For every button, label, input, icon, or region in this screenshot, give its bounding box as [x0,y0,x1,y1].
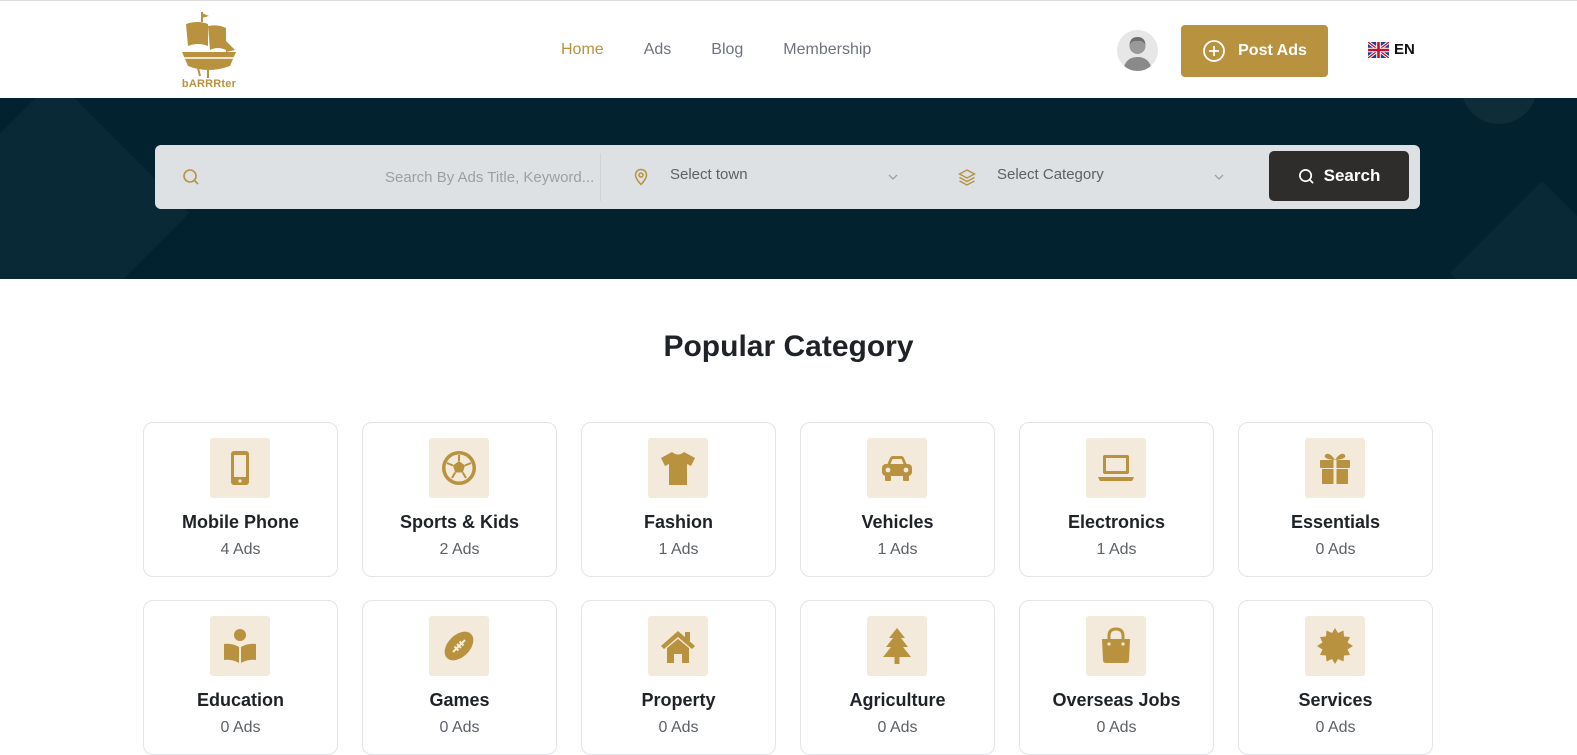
category-name: Education [196,690,284,710]
nav-home[interactable]: Home [561,41,604,59]
nav-ads[interactable]: Ads [644,41,672,59]
category-icon-box [210,438,270,498]
category-ad-count: 2 Ads [439,541,480,558]
category-icon-box [1305,616,1365,676]
category-card-games[interactable]: Games 0 Ads [362,600,557,755]
layers-icon [958,169,976,186]
nav-blog[interactable]: Blog [711,41,743,59]
language-code: EN [1394,41,1415,58]
football-icon [444,631,474,661]
search-button-label: Search [1323,166,1381,185]
category-name: Fashion [643,512,713,532]
category-ad-count: 0 Ads [1315,719,1356,736]
language-selector[interactable]: EN [1368,41,1415,58]
category-card-vehicles[interactable]: Vehicles 1 Ads [800,422,995,577]
gift-icon [1320,453,1350,484]
category-icon-box [648,616,708,676]
category-name: Electronics [1067,512,1166,532]
shopping-bag-icon [1102,627,1130,663]
hero-decoration [1450,181,1577,279]
category-ad-count: 0 Ads [658,719,699,736]
category-card-education[interactable]: Education 0 Ads [143,600,338,755]
category-card-mobile-phone[interactable]: Mobile Phone 4 Ads [143,422,338,577]
chevron-down-icon [888,174,898,180]
category-icon-box [1086,438,1146,498]
category-card-essentials[interactable]: Essentials 0 Ads [1238,422,1433,577]
search-icon [183,169,199,185]
category-icon-box [429,438,489,498]
uk-flag-icon [1368,41,1389,58]
category-grid: Mobile Phone 4 Ads Sports & Kids 2 Ads F… [143,422,1433,755]
category-name: Overseas Jobs [1052,690,1181,710]
nav-membership[interactable]: Membership [783,41,871,59]
main-nav: Home Ads Blog Membership [561,41,871,59]
category-icon-box [1305,438,1365,498]
hero-decoration [1461,98,1537,124]
category-icon-box [429,616,489,676]
soccer-ball-icon [442,451,476,485]
category-ad-count: 0 Ads [220,719,261,736]
search-hero: Select town Select Category Search [0,98,1577,279]
chevron-down-icon [1214,174,1224,180]
user-silhouette-icon [1123,37,1152,71]
category-card-services[interactable]: Services 0 Ads [1238,600,1433,755]
category-ad-count: 0 Ads [1315,541,1356,558]
category-card-fashion[interactable]: Fashion 1 Ads [581,422,776,577]
category-ad-count: 1 Ads [1096,541,1137,558]
category-name: Services [1298,690,1373,710]
category-name: Sports & Kids [399,512,519,532]
mobile-phone-icon [231,451,249,485]
user-avatar[interactable] [1117,30,1158,71]
category-card-electronics[interactable]: Electronics 1 Ads [1019,422,1214,577]
t-shirt-icon [661,452,695,485]
logo-text: bARRRter [181,78,237,90]
category-ad-count: 4 Ads [220,541,261,558]
category-card-sports-kids[interactable]: Sports & Kids 2 Ads [362,422,557,577]
car-icon [882,456,912,481]
category-ad-count: 0 Ads [1096,719,1137,736]
category-select[interactable]: Select Category [997,166,1104,183]
badge-icon [1317,628,1353,664]
category-card-overseas-jobs[interactable]: Overseas Jobs 0 Ads [1019,600,1214,755]
category-card-property[interactable]: Property 0 Ads [581,600,776,755]
tree-icon [883,628,911,664]
category-icon-box [867,438,927,498]
category-icon-box [867,616,927,676]
search-button[interactable]: Search [1269,151,1409,201]
house-icon [661,631,695,663]
post-ads-button[interactable]: Post Ads [1181,25,1328,77]
category-name: Agriculture [849,690,946,710]
search-bar: Select town Select Category Search [155,145,1420,209]
category-name: Essentials [1290,512,1381,532]
category-icon-box [1086,616,1146,676]
category-ad-count: 1 Ads [658,541,699,558]
location-pin-icon [634,168,648,186]
post-ads-label: Post Ads [1238,42,1307,59]
site-logo[interactable]: bARRRter [178,10,240,90]
category-name: Property [641,690,716,710]
site-header: bARRRter Home Ads Blog Membership Post A… [0,1,1577,98]
category-icon-box [648,438,708,498]
category-name: Games [429,690,490,710]
ship-logo-icon [182,12,236,78]
category-ad-count: 0 Ads [877,719,918,736]
search-divider [600,153,601,201]
category-ad-count: 0 Ads [439,719,480,736]
search-icon [1298,168,1314,184]
plus-circle-icon [1203,40,1226,62]
category-name: Mobile Phone [182,512,299,532]
category-card-agriculture[interactable]: Agriculture 0 Ads [800,600,995,755]
town-select[interactable]: Select town [670,166,748,183]
category-ad-count: 1 Ads [877,541,918,558]
category-name: Vehicles [861,512,934,532]
category-icon-box [210,616,270,676]
book-reader-icon [224,629,256,663]
section-title: Popular Category [663,330,914,363]
laptop-icon [1098,455,1134,481]
